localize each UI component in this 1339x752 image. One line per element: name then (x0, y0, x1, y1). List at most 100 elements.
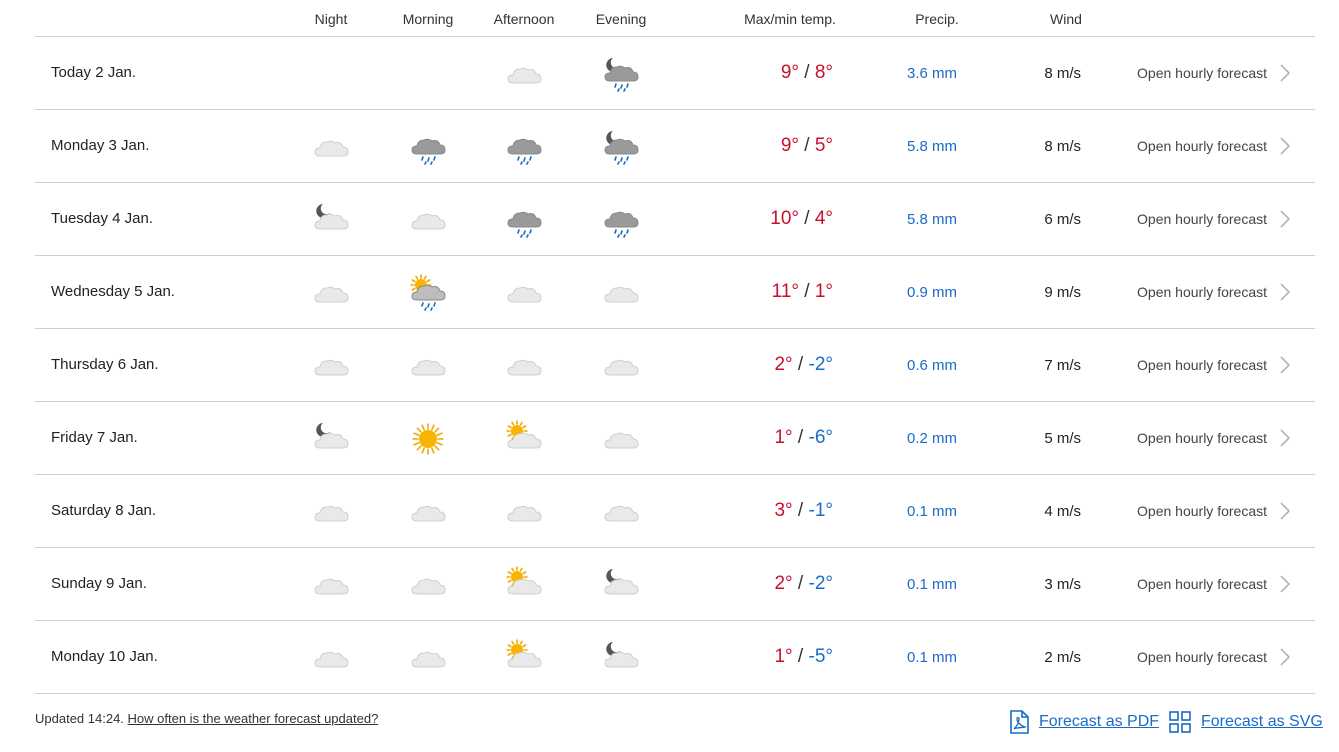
wind-speed: 8 m/s (1044, 138, 1081, 155)
forecast-svg-link[interactable]: Forecast as SVG (1168, 710, 1323, 734)
day-label: Saturday 8 Jan. (51, 502, 157, 519)
chevron-right-icon[interactable] (1279, 136, 1291, 156)
forecast-pdf-link[interactable]: Forecast as PDF (1008, 710, 1159, 734)
sun-rain-icon (408, 273, 448, 313)
max-temp: 3° (774, 500, 793, 521)
header-wind: Wind (1050, 11, 1082, 27)
precipitation: 0.9 mm (906, 284, 957, 301)
cloudy-icon (601, 346, 641, 386)
chevron-right-icon[interactable] (1279, 355, 1291, 375)
night-cloudy-icon (311, 200, 351, 240)
max-min-temp: 9° / 5° (781, 135, 833, 157)
open-hourly-forecast-link[interactable]: Open hourly forecast (1137, 357, 1267, 373)
forecast-row[interactable]: Monday 3 Jan. 9° / 5° 5.8 mm 8 m/s Open hour… (35, 110, 1315, 183)
forecast-row[interactable]: Thursday 6 Jan. 2° / -2° 0.6 mm 7 m/s Open h… (35, 329, 1315, 402)
precipitation: 0.1 mm (906, 576, 957, 593)
min-temp: -6° (808, 427, 834, 448)
max-min-temp: 3° / -1° (774, 500, 833, 522)
header-max-min-temp: Max/min temp. (744, 11, 836, 27)
open-hourly-forecast-link[interactable]: Open hourly forecast (1137, 65, 1267, 81)
forecast-row[interactable]: Wednesday 5 Jan. 11° / 1° 0.9 mm 9 m/s Open … (35, 256, 1315, 329)
night-cloudy-icon (601, 638, 641, 678)
precipitation: 0.6 mm (906, 357, 957, 374)
cloudy-icon (504, 54, 544, 94)
max-temp: 1° (774, 646, 793, 667)
how-often-link[interactable]: How often is the weather forecast update… (128, 711, 379, 726)
precipitation: 0.1 mm (906, 503, 957, 520)
rain-cloud-icon (504, 127, 544, 167)
day-label: Sunday 9 Jan. (51, 575, 147, 592)
header-evening: Evening (595, 11, 647, 27)
open-hourly-forecast-link[interactable]: Open hourly forecast (1137, 138, 1267, 154)
sun-cloudy-icon (504, 419, 544, 459)
forecast-rows: Today 2 Jan. 9° / 8° 3.6 mm 8 m/s Open hourl… (35, 37, 1315, 694)
header-afternoon: Afternoon (493, 11, 555, 27)
max-min-temp: 1° / -6° (774, 427, 833, 449)
chevron-right-icon[interactable] (1279, 647, 1291, 667)
wind-speed: 7 m/s (1044, 357, 1081, 374)
night-cloudy-icon (311, 419, 351, 459)
max-min-temp: 2° / -2° (774, 573, 833, 595)
rain-cloud-icon (601, 200, 641, 240)
open-hourly-forecast-link[interactable]: Open hourly forecast (1137, 503, 1267, 519)
cloudy-icon (504, 346, 544, 386)
forecast-table-header: Night Morning Afternoon Evening Max/min … (35, 0, 1315, 37)
cloudy-icon (408, 565, 448, 605)
chevron-right-icon[interactable] (1279, 428, 1291, 448)
header-night: Night (314, 11, 348, 27)
chevron-right-icon[interactable] (1279, 501, 1291, 521)
chevron-right-icon[interactable] (1279, 63, 1291, 83)
forecast-row[interactable]: Saturday 8 Jan. 3° / -1° 0.1 mm 4 m/s Open h… (35, 475, 1315, 548)
max-min-temp: 1° / -5° (774, 646, 833, 668)
forecast-pdf-label: Forecast as PDF (1039, 713, 1160, 730)
min-temp: 5° (814, 135, 833, 156)
max-temp: 9° (780, 62, 799, 83)
cloudy-icon (408, 492, 448, 532)
cloudy-icon (408, 638, 448, 678)
max-temp: 11° (771, 281, 799, 302)
chevron-right-icon[interactable] (1279, 282, 1291, 302)
forecast-row[interactable]: Sunday 9 Jan. 2° / -2° 0.1 mm 3 m/s Open hou… (35, 548, 1315, 621)
open-hourly-forecast-link[interactable]: Open hourly forecast (1137, 649, 1267, 665)
cloudy-icon (408, 346, 448, 386)
day-label: Thursday 6 Jan. (51, 356, 159, 373)
min-temp: -2° (808, 354, 834, 375)
sun-icon (408, 419, 448, 459)
temp-separator: / (792, 354, 809, 375)
temp-separator: / (792, 573, 809, 594)
temp-separator: / (798, 208, 815, 229)
temp-separator: / (798, 281, 815, 302)
max-temp: 2° (774, 573, 793, 594)
updated-time: Updated 14:24. (35, 711, 124, 726)
open-hourly-forecast-link[interactable]: Open hourly forecast (1137, 576, 1267, 592)
max-min-temp: 9° / 8° (781, 62, 833, 84)
header-morning: Morning (402, 11, 454, 27)
forecast-row[interactable]: Today 2 Jan. 9° / 8° 3.6 mm 8 m/s Open hourl… (35, 37, 1315, 110)
temp-separator: / (792, 500, 809, 521)
precipitation: 5.8 mm (906, 211, 957, 228)
max-temp: 2° (774, 354, 793, 375)
temp-separator: / (792, 646, 809, 667)
temp-separator: / (798, 135, 815, 156)
cloudy-icon (311, 127, 351, 167)
open-hourly-forecast-link[interactable]: Open hourly forecast (1137, 284, 1267, 300)
night-rain-icon (601, 54, 641, 94)
pdf-icon (1010, 710, 1029, 734)
precipitation: 5.8 mm (906, 138, 957, 155)
cloudy-icon (311, 346, 351, 386)
chevron-right-icon[interactable] (1279, 209, 1291, 229)
open-hourly-forecast-link[interactable]: Open hourly forecast (1137, 430, 1267, 446)
forecast-row[interactable]: Friday 7 Jan. 1° / -6° 0.2 mm 5 m/s Open hou… (35, 402, 1315, 475)
day-label: Wednesday 5 Jan. (51, 283, 175, 300)
chevron-right-icon[interactable] (1279, 574, 1291, 594)
min-temp: 1° (814, 281, 833, 302)
rain-cloud-icon (408, 127, 448, 167)
day-label: Tuesday 4 Jan. (51, 210, 154, 227)
header-precip: Precip. (915, 11, 959, 27)
open-hourly-forecast-link[interactable]: Open hourly forecast (1137, 211, 1267, 227)
forecast-row[interactable]: Monday 10 Jan. 1° / -5° 0.1 mm 2 m/s Open ho… (35, 621, 1315, 694)
cloudy-icon (311, 273, 351, 313)
day-label: Today 2 Jan. (51, 64, 137, 81)
precipitation: 3.6 mm (906, 65, 957, 82)
forecast-row[interactable]: Tuesday 4 Jan. 10° / 4° 5.8 mm 6 m/s Open ho… (35, 183, 1315, 256)
